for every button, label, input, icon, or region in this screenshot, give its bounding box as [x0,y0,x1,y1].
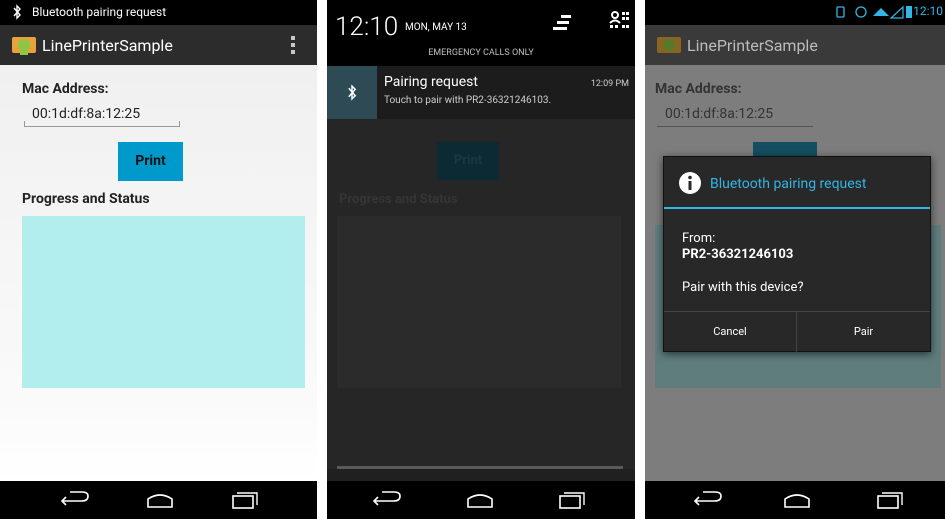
status-bar: Bluetooth pairing request [0,0,317,25]
progress-status-label: Progress and Status [22,191,150,207]
navigation-bar [327,481,635,519]
screen-notification-shade: Print Progress and Status 12:10 MON, MAY… [327,0,635,519]
dialog-title: Bluetooth pairing request [710,176,867,192]
bluetooth-icon [13,4,21,20]
pair-button[interactable]: Pair [797,312,930,352]
status-notification-text: Bluetooth pairing request [32,5,167,19]
progress-status-area [22,216,305,388]
info-icon [679,172,701,194]
android-app-icon [657,37,681,53]
cancel-button[interactable]: Cancel [664,312,797,352]
notification-icon-box [327,66,377,119]
background-progress-label: Progress and Status [339,192,458,207]
mac-address-label: Mac Address: [22,81,109,97]
dialog-from-label: From: [682,231,716,246]
action-bar: LinePrinterSample [645,25,945,65]
shade-header: 12:10 MON, MAY 13 EMERGENCY CALLS ONLY [327,0,635,66]
clock: 12:10 [335,12,399,42]
mac-address-input: 00:1d:df:8a:12:25 [657,103,813,127]
background-status-area [337,216,621,388]
notification-title: Pairing request [384,74,478,90]
quick-settings-icon[interactable] [609,10,629,32]
action-bar: LinePrinterSample [0,25,317,65]
mac-address-input[interactable]: 00:1d:df:8a:12:25 [24,103,180,127]
android-app-icon[interactable] [12,33,36,57]
bluetooth-pairing-dialog: Bluetooth pairing request From: PR2-3632… [663,156,931,352]
status-time: 12:10 [913,4,943,18]
date: MON, MAY 13 [405,22,467,33]
screen-pairing-dialog: 12:10 LinePrinterSample Mac Address: 00:… [645,0,945,519]
home-icon[interactable] [782,490,812,510]
emergency-calls-text: EMERGENCY CALLS ONLY [428,48,534,58]
recent-apps-icon[interactable] [555,490,585,510]
recent-apps-icon[interactable] [228,490,258,510]
status-bar: 12:10 [645,0,945,25]
notification-text: Touch to pair with PR2-36321246103. [384,95,552,106]
clear-notifications-icon[interactable] [551,12,573,34]
dialog-device-name: PR2-36321246103 [682,247,794,262]
home-icon[interactable] [145,490,175,510]
app-title: LinePrinterSample [687,36,818,55]
dialog-question: Pair with this device? [682,280,804,295]
mac-address-label: Mac Address: [655,81,742,97]
pairing-notification[interactable]: Pairing request Touch to pair with PR2-3… [327,66,635,119]
back-icon[interactable] [693,490,723,510]
bluetooth-icon [348,84,357,101]
app-title: LinePrinterSample [42,36,173,55]
navigation-bar [0,481,317,519]
recent-apps-icon[interactable] [873,490,903,510]
overflow-menu-icon[interactable] [291,36,295,54]
background-print-button: Print [437,142,499,180]
back-icon[interactable] [372,490,402,510]
notification-time: 12:09 PM [590,79,629,89]
back-icon[interactable] [60,490,90,510]
print-button[interactable]: Print [118,142,183,181]
dialog-header: Bluetooth pairing request [664,157,930,209]
shade-bottom [327,469,635,481]
navigation-bar [645,481,945,519]
screen-app: Bluetooth pairing request LinePrinterSam… [0,0,317,519]
dialog-buttons: Cancel Pair [664,311,930,352]
app-content: Mac Address: 00:1d:df:8a:12:25 Print Pro… [0,65,317,481]
home-icon[interactable] [465,490,495,510]
